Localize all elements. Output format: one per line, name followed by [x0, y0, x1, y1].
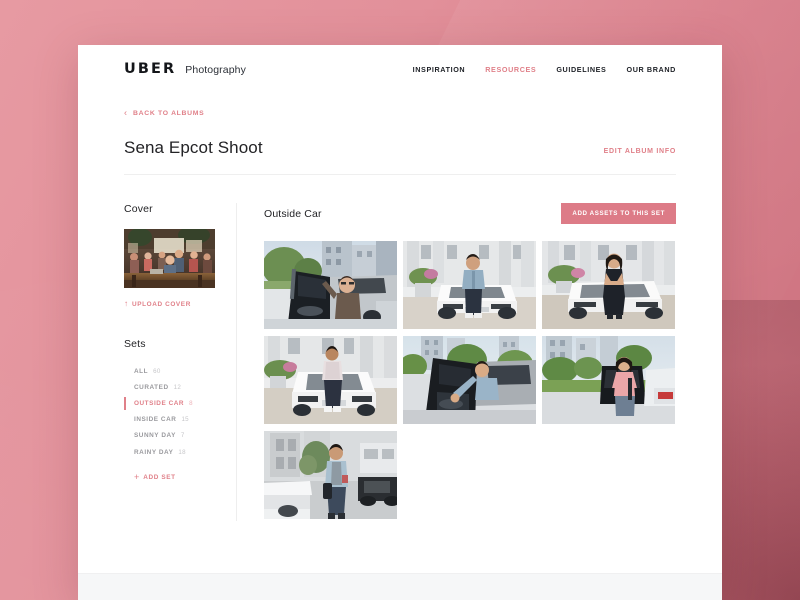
photo-tile[interactable]: [542, 241, 675, 329]
sidebar: Cover ↑ UPLOAD COVER Sets ALL 60 CURATED…: [124, 203, 236, 521]
brand-wordmark: UBER: [124, 61, 177, 77]
upload-arrow-icon: ↑: [124, 299, 128, 308]
set-label: OUTSIDE CAR: [134, 399, 185, 407]
photo-tile[interactable]: [264, 241, 397, 329]
nav-item-inspiration[interactable]: INSPIRATION: [413, 65, 466, 74]
set-label: CURATED: [134, 383, 169, 391]
site-header: UBER Photography INSPIRATION RESOURCES G…: [78, 45, 722, 93]
cover-thumbnail[interactable]: [124, 229, 215, 288]
sidebar-item-curated[interactable]: CURATED 12: [124, 379, 222, 395]
asset-panel: Outside Car ADD ASSETS TO THIS SET: [237, 203, 676, 521]
photo-tile[interactable]: [264, 431, 397, 519]
sidebar-item-all[interactable]: ALL 60: [124, 363, 222, 379]
set-label: RAINY DAY: [134, 448, 174, 456]
upload-cover-label: UPLOAD COVER: [132, 300, 191, 308]
page-title: Sena Epcot Shoot: [124, 138, 263, 157]
brand-logo[interactable]: UBER Photography: [124, 61, 246, 77]
sets-heading: Sets: [124, 338, 146, 350]
photo-man-leaning-white-car-icon: [403, 241, 536, 329]
upload-cover-button[interactable]: ↑ UPLOAD COVER: [124, 300, 191, 308]
plus-icon: +: [134, 472, 140, 483]
set-count: 12: [173, 383, 182, 391]
photo-tile[interactable]: [403, 241, 536, 329]
title-row: Sena Epcot Shoot EDIT ALBUM INFO: [124, 138, 676, 175]
sidebar-item-sunny-day[interactable]: SUNNY DAY 7: [124, 428, 222, 444]
photo-man-walking-street-icon: [264, 431, 397, 519]
sidebar-item-inside-car[interactable]: INSIDE CAR 15: [124, 412, 222, 428]
content-area: Cover ↑ UPLOAD COVER Sets ALL 60 CURATED…: [124, 203, 676, 521]
page-card: UBER Photography INSPIRATION RESOURCES G…: [78, 45, 722, 600]
breadcrumb-back-to-albums[interactable]: ‹ BACK TO ALBUMS: [124, 107, 205, 118]
set-title: Outside Car: [264, 207, 322, 220]
sets-block: Sets ALL 60 CURATED 12 OUTSIDE CAR 8 INS…: [124, 338, 222, 485]
nav-item-guidelines[interactable]: GUIDELINES: [556, 65, 606, 74]
photo-woman-pink-top-by-car-icon: [542, 336, 675, 424]
main-nav: INSPIRATION RESOURCES GUIDELINES OUR BRA…: [413, 65, 676, 74]
photo-tile[interactable]: [542, 336, 675, 424]
set-label: ALL: [134, 367, 149, 375]
set-count: 8: [189, 399, 193, 407]
add-assets-to-set-button[interactable]: ADD ASSETS TO THIS SET: [561, 203, 676, 224]
set-count: 15: [181, 416, 189, 424]
photo-tile[interactable]: [403, 336, 536, 424]
nav-item-our-brand[interactable]: OUR BRAND: [626, 65, 676, 74]
photo-woman-dark-dress-by-car-icon: [542, 241, 675, 329]
cover-thumbnail-image: [124, 229, 215, 288]
add-set-label: ADD SET: [143, 474, 176, 482]
set-count: 60: [153, 367, 161, 375]
sets-list: ALL 60 CURATED 12 OUTSIDE CAR 8 INSIDE C…: [124, 363, 222, 460]
nav-item-resources[interactable]: RESOURCES: [485, 65, 536, 74]
photo-man-seated-on-hood-icon: [264, 336, 397, 424]
set-count: 7: [180, 432, 185, 440]
photo-grid: [264, 241, 676, 519]
set-label: SUNNY DAY: [134, 432, 176, 440]
card-footer: [78, 573, 722, 600]
sidebar-item-rainy-day[interactable]: RAINY DAY 18: [124, 444, 222, 460]
photo-man-open-car-door-icon: [264, 241, 397, 329]
add-set-button[interactable]: + ADD SET: [134, 473, 176, 482]
set-label: INSIDE CAR: [134, 416, 177, 424]
edit-album-info-link[interactable]: EDIT ALBUM INFO: [604, 148, 676, 155]
brand-subtitle: Photography: [185, 64, 246, 76]
photo-man-reaching-from-car-door-icon: [403, 336, 536, 424]
photo-tile[interactable]: [264, 336, 397, 424]
sidebar-item-outside-car[interactable]: OUTSIDE CAR 8: [124, 395, 222, 411]
chevron-left-icon: ‹: [124, 107, 127, 118]
asset-panel-header: Outside Car ADD ASSETS TO THIS SET: [264, 203, 676, 224]
set-count: 18: [178, 448, 186, 456]
breadcrumb-label: BACK TO ALBUMS: [133, 110, 205, 117]
cover-heading: Cover: [124, 203, 153, 215]
